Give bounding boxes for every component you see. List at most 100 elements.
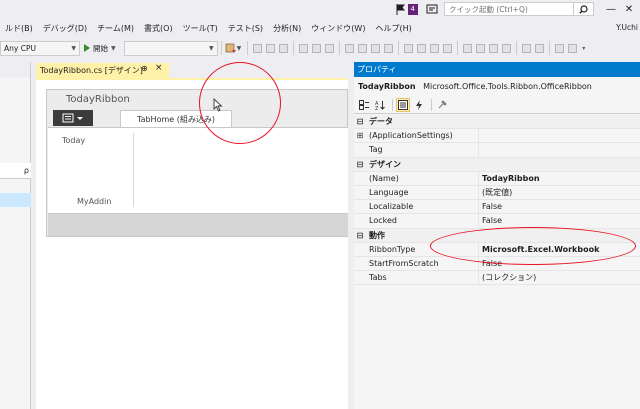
v-spacing-decrease-icon[interactable] [489,43,499,53]
collapse-icon[interactable]: ⊟ [354,231,366,240]
property-value[interactable]: TodayRibbon [478,171,640,185]
close-tab-icon[interactable]: × [155,63,163,73]
ribbon-group-separator [133,133,134,207]
toolbar: Any CPU ▼ 開始 ▼ ▼ ▼ ▾ [0,38,640,58]
platform-select[interactable]: Any CPU ▼ [0,40,80,56]
align-center-icon[interactable] [266,43,276,53]
properties-object-selector[interactable]: TodayRibbon Microsoft.Office.Tools.Ribbo… [358,82,592,91]
file-menu-button[interactable] [53,110,93,126]
toolbar-overflow-icon[interactable]: ▾ [582,45,585,52]
expand-icon[interactable]: ⊞ [354,131,366,140]
menu-debug[interactable]: デバッグ(D) [38,23,92,34]
property-value[interactable] [478,129,640,143]
title-bar: 4 クイック起動 (Ctrl+Q) — ✕ [0,0,640,18]
feedback-icon[interactable] [426,4,438,15]
property-row-language[interactable]: Language (既定値) [354,185,640,201]
property-row-tabs[interactable]: Tabs (コレクション) [354,271,640,286]
properties-title: プロパティ [357,65,397,74]
v-spacing-equal-icon[interactable] [463,43,473,53]
ribbon-component-tray[interactable] [48,214,348,236]
send-to-back-icon[interactable] [568,43,578,53]
categorized-icon[interactable] [357,98,371,112]
grid-size-icon[interactable] [384,43,394,53]
chevron-down-icon: ▼ [111,44,116,52]
alphabetical-icon[interactable]: AZ [373,98,387,112]
notification-flag-icon[interactable] [396,3,405,15]
property-row-tag[interactable]: Tag [354,143,640,158]
user-name[interactable]: Y.Uchi [616,23,638,32]
panel-header [0,62,30,77]
start-button[interactable]: 開始 ▼ [84,43,116,54]
menu-tools[interactable]: ツール(T) [178,23,223,34]
align-left-icon[interactable] [253,43,263,53]
ribbon-group-name[interactable]: MyAddin [77,197,111,206]
toolbar-separator [516,41,518,55]
collapse-icon[interactable]: ⊟ [354,117,366,126]
menu-analyze[interactable]: 分析(N) [268,23,306,34]
align-bottom-icon[interactable] [325,43,335,53]
quick-launch-input[interactable]: クイック起動 (Ctrl+Q) [444,2,574,16]
minimize-button[interactable]: — [604,2,618,16]
breakpoint-icon[interactable] [225,42,237,54]
menu-bar: ルド(B) デバッグ(D) チーム(M) 書式(O) ツール(T) テスト(S)… [0,18,640,38]
annotation-ellipse [430,227,636,265]
center-vertical-icon[interactable] [535,43,545,53]
notification-badge[interactable]: 4 [407,3,418,15]
selected-tree-item[interactable] [0,193,31,207]
property-value[interactable]: False [478,200,640,214]
property-row-locked[interactable]: Locked False [354,214,640,229]
search-icon [579,4,588,14]
h-spacing-equal-icon[interactable] [404,43,414,53]
toolbar-separator [339,41,341,55]
document-tab[interactable]: TodayRibbon.cs [デザイン] ⊕ × [36,63,169,78]
v-spacing-remove-icon[interactable] [502,43,512,53]
menu-format[interactable]: 書式(O) [139,23,178,34]
bring-to-front-icon[interactable] [555,43,565,53]
same-height-icon[interactable] [358,43,368,53]
properties-header: プロパティ [354,62,640,77]
property-row-name[interactable]: (Name) TodayRibbon [354,171,640,186]
property-row-localizable[interactable]: Localizable False [354,200,640,215]
menu-window[interactable]: ウィンドウ(W) [306,23,370,34]
menu-test[interactable]: テスト(S) [223,23,268,34]
same-width-icon[interactable] [345,43,355,53]
events-icon[interactable] [412,98,426,112]
same-size-icon[interactable] [371,43,381,53]
property-value[interactable] [478,143,640,157]
h-spacing-decrease-icon[interactable] [430,43,440,53]
v-spacing-increase-icon[interactable] [476,43,486,53]
properties-view-icon[interactable] [396,97,410,112]
h-spacing-remove-icon[interactable] [443,43,453,53]
properties-toolbar: AZ [354,96,640,114]
property-pages-icon[interactable] [435,98,449,112]
panel-search-button[interactable]: ρ [0,163,31,179]
align-right-icon[interactable] [279,43,289,53]
property-name: Localizable [369,202,414,212]
quick-launch-search-button[interactable] [574,2,594,16]
h-spacing-increase-icon[interactable] [417,43,427,53]
ribbon-button-today[interactable]: Today [62,136,85,145]
property-row-applicationsettings[interactable]: ⊞ (ApplicationSettings) [354,129,640,144]
category-label: デザイン [369,159,401,169]
category-data[interactable]: ⊟ データ [354,115,640,130]
property-value[interactable]: False [478,214,640,228]
toolbar-separator [457,41,459,55]
property-value[interactable]: (既定値) [478,185,640,200]
collapse-icon[interactable]: ⊟ [354,160,366,169]
align-middle-icon[interactable] [312,43,322,53]
center-horizontal-icon[interactable] [522,43,532,53]
pin-icon[interactable]: ⊕ [141,64,148,73]
property-name: Tag [369,145,383,155]
close-window-button[interactable]: ✕ [622,2,636,16]
menu-team[interactable]: チーム(M) [92,23,139,34]
property-name: Tabs [369,273,387,283]
property-value[interactable]: (コレクション) [478,271,640,285]
category-design[interactable]: ⊟ デザイン [354,157,640,172]
menu-help[interactable]: ヘルプ(H) [370,23,416,34]
config-select[interactable]: ▼ [123,40,218,56]
chevron-down-icon: ▼ [71,44,76,52]
menu-build[interactable]: ルド(B) [0,23,38,34]
property-name: Locked [369,216,397,226]
title-bar-right: 4 クイック起動 (Ctrl+Q) — ✕ [396,0,640,18]
align-top-icon[interactable] [299,43,309,53]
